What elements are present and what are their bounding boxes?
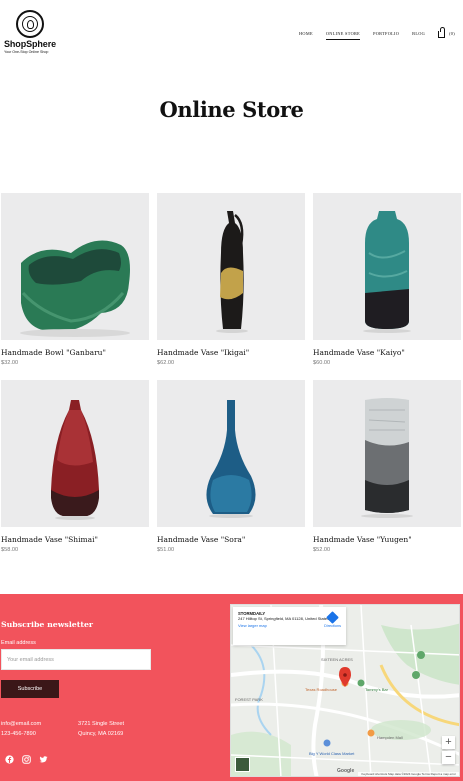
product-price: $32.00	[1, 360, 19, 366]
nav-online-store[interactable]: ONLINE STORE	[325, 31, 361, 40]
subscribe-button[interactable]: Subscribe	[1, 680, 59, 698]
logo-icon	[16, 10, 44, 38]
product-card[interactable]: Handmade Bowl "Ganbaru" $32.00	[1, 193, 149, 366]
contact-email[interactable]: info@email.com	[1, 719, 41, 729]
contact-phone: 123-456-7890	[1, 731, 36, 737]
product-price: $52.00	[313, 547, 331, 553]
product-price: $60.00	[313, 360, 331, 366]
zoom-out-button[interactable]: −	[442, 751, 455, 764]
social-links	[5, 755, 48, 764]
contact-address: 3721 Single Street Quincy, MA 02169	[78, 719, 124, 739]
product-image[interactable]	[1, 380, 149, 527]
nav-portfolio[interactable]: PORTFOLIO	[373, 31, 399, 36]
map-label: SIXTEEN ACRES	[321, 657, 353, 662]
twitter-icon[interactable]	[39, 755, 48, 764]
product-name[interactable]: Handmade Vase "Kaiyo"	[313, 348, 461, 357]
product-name[interactable]: Handmade Vase "Yuugen"	[313, 535, 461, 544]
product-image[interactable]	[157, 193, 305, 340]
product-price: $58.00	[1, 547, 19, 553]
product-price: $51.00	[157, 547, 175, 553]
map-satellite-toggle[interactable]	[235, 757, 250, 772]
google-logo: Google	[337, 768, 355, 774]
site-footer: Subscribe newsletter Email address Your …	[0, 594, 463, 781]
map-info-card: STORMDAILY 247 Hilltop St, Springfield, …	[233, 607, 346, 645]
product-card[interactable]: Handmade Vase "Kaiyo" $60.00	[313, 193, 461, 366]
brand-tagline: Your One-Stop Online Shop	[4, 50, 49, 54]
directions-button[interactable]: Directions	[324, 611, 341, 629]
brand-name: ShopSphere	[4, 39, 57, 49]
email-label: Email address	[1, 640, 36, 646]
page-title: Online Store	[159, 97, 304, 122]
map-label: FOREST PARK	[235, 697, 263, 702]
address-line-2: Quincy, MA 02169	[78, 731, 124, 737]
product-card[interactable]: Handmade Vase "Yuugen" $52.00	[313, 380, 461, 553]
email-input[interactable]: Your email address	[1, 649, 151, 670]
nav-blog[interactable]: BLOG	[412, 31, 425, 36]
facebook-icon[interactable]	[5, 755, 14, 764]
product-price: $62.00	[157, 360, 175, 366]
product-card[interactable]: Handmade Vase "Ikigai" $62.00	[157, 193, 305, 366]
map-label: Big Y World Class Market	[309, 751, 355, 756]
product-image[interactable]	[313, 380, 461, 527]
instagram-icon[interactable]	[22, 755, 31, 764]
newsletter-title: Subscribe newsletter	[1, 620, 94, 629]
product-image[interactable]	[157, 380, 305, 527]
product-card[interactable]: Handmade Vase "Sora" $51.00	[157, 380, 305, 553]
map-attribution[interactable]: Keyboard shortcuts Map data ©2024 Google…	[358, 772, 459, 776]
product-image[interactable]	[313, 193, 461, 340]
main-nav: HOME ONLINE STORE PORTFOLIO BLOG (0)	[299, 27, 455, 40]
nav-home[interactable]: HOME	[299, 31, 313, 36]
product-name[interactable]: Handmade Vase "Shimai"	[1, 535, 149, 544]
map-label: Hampden Mall	[377, 735, 403, 740]
map-label: Texas Roadhouse	[305, 687, 338, 692]
cart-button[interactable]: (0)	[438, 27, 455, 38]
address-line-1: 3721 Single Street	[78, 721, 125, 727]
cart-count: (0)	[449, 31, 455, 36]
zoom-in-button[interactable]: +	[442, 736, 455, 749]
site-header: ShopSphere Your One-Stop Online Shop HOM…	[0, 0, 463, 62]
shopping-bag-icon	[438, 27, 446, 38]
product-name[interactable]: Handmade Bowl "Ganbaru"	[1, 348, 149, 357]
directions-label: Directions	[324, 624, 341, 628]
map-label: Tommy's Bar	[365, 687, 388, 692]
product-image[interactable]	[1, 193, 149, 340]
product-name[interactable]: Handmade Vase "Sora"	[157, 535, 305, 544]
directions-icon	[326, 611, 339, 624]
contact-info: info@email.com 123-456-7890	[1, 719, 41, 739]
product-name[interactable]: Handmade Vase "Ikigai"	[157, 348, 305, 357]
product-card[interactable]: Handmade Vase "Shimai" $58.00	[1, 380, 149, 553]
store-map[interactable]: STORMDAILY 247 Hilltop St, Springfield, …	[230, 604, 460, 777]
logo[interactable]: ShopSphere Your One-Stop Online Shop	[4, 10, 64, 54]
